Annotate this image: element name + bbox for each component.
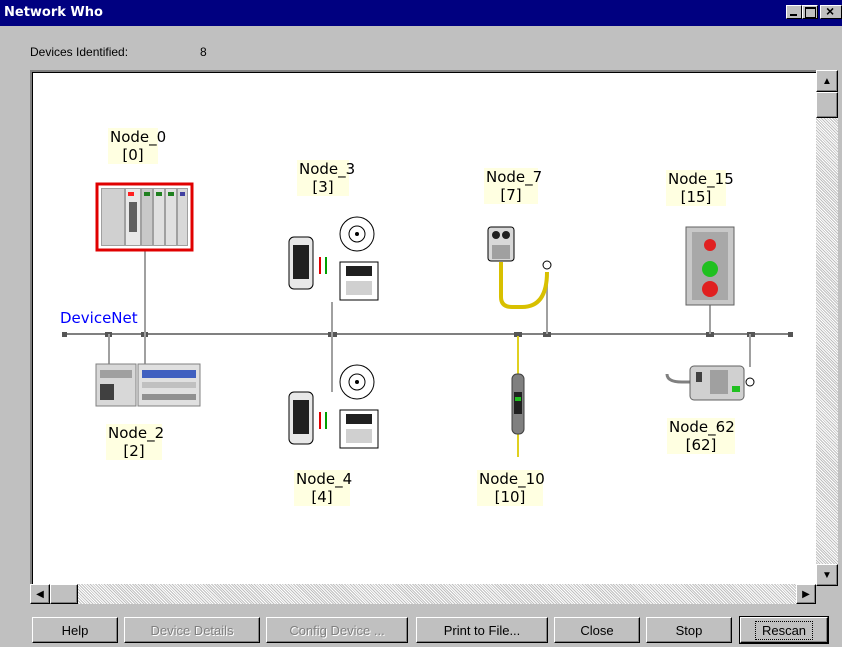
photo-sensor-icon bbox=[487, 226, 552, 309]
network-name: DeviceNet bbox=[60, 309, 138, 327]
config-device-button[interactable]: Config Device ... bbox=[266, 617, 408, 643]
scroll-left-button[interactable]: ◀ bbox=[30, 584, 50, 604]
node-name: Node_10 bbox=[479, 470, 545, 488]
trunk-tap bbox=[62, 332, 67, 337]
node-address: [62] bbox=[685, 436, 717, 454]
window-title: Network Who bbox=[4, 5, 103, 20]
node-name: Node_3 bbox=[299, 160, 356, 178]
close-icon: × bbox=[826, 3, 835, 19]
arrow-up-icon: ▲ bbox=[822, 75, 832, 87]
print-to-file-button[interactable]: Print to File... bbox=[416, 617, 548, 643]
node-label-10[interactable]: Node_10 [10] bbox=[477, 470, 545, 506]
node-label-0[interactable]: Node_0 [0] bbox=[108, 128, 167, 164]
title-bar: Network Who × bbox=[0, 0, 842, 26]
arrow-right-icon: ▶ bbox=[802, 588, 810, 600]
help-button[interactable]: Help bbox=[32, 617, 118, 643]
node-label-62[interactable]: Node_62 [62] bbox=[667, 418, 735, 454]
adapter-module-icon bbox=[665, 365, 755, 401]
node-address: [0] bbox=[122, 146, 144, 164]
node-name: Node_2 bbox=[108, 424, 165, 442]
scroll-down-button[interactable]: ▼ bbox=[816, 564, 838, 586]
scroll-corner bbox=[816, 586, 838, 604]
node-address: [10] bbox=[494, 488, 526, 506]
maximize-button[interactable] bbox=[802, 5, 818, 19]
horizontal-scroll-thumb[interactable] bbox=[50, 584, 78, 604]
drive-motor-icon-4 bbox=[288, 364, 379, 449]
inline-tap-icon bbox=[511, 373, 525, 435]
node-label-2[interactable]: Node_2 [2] bbox=[106, 424, 165, 460]
node-label-15[interactable]: Node_15 [15] bbox=[666, 170, 734, 206]
drive-motor-icon-3 bbox=[288, 216, 379, 301]
node-label-7[interactable]: Node_7 [7] bbox=[484, 168, 543, 204]
io-module-icon bbox=[95, 363, 201, 407]
node-name: Node_4 bbox=[296, 470, 353, 488]
network-canvas[interactable]: DeviceNet Node_0 [0] Node_3 [3] Node_7 [… bbox=[30, 70, 818, 602]
node-label-3[interactable]: Node_3 [3] bbox=[297, 160, 356, 196]
node-address: [7] bbox=[500, 186, 522, 204]
node-name: Node_0 bbox=[110, 128, 167, 146]
devices-identified-label: Devices Identified: bbox=[30, 45, 129, 59]
scroll-up-button[interactable]: ▲ bbox=[816, 70, 838, 92]
arrow-down-icon: ▼ bbox=[822, 569, 832, 581]
close-button[interactable]: Close bbox=[554, 617, 640, 643]
horizontal-scrollbar[interactable]: ◀ ▶ bbox=[30, 584, 816, 604]
minimize-button[interactable] bbox=[786, 5, 802, 19]
vertical-scroll-thumb[interactable] bbox=[816, 92, 838, 118]
pushbutton-station-icon bbox=[685, 226, 735, 306]
device-details-button[interactable]: Device Details bbox=[124, 617, 260, 643]
node-name: Node_62 bbox=[669, 418, 735, 436]
node-name: Node_7 bbox=[486, 168, 543, 186]
vertical-scrollbar[interactable]: ▲ ▼ bbox=[816, 70, 838, 586]
node-address: [2] bbox=[123, 442, 145, 460]
node-label-4[interactable]: Node_4 [4] bbox=[294, 470, 353, 506]
node-name: Node_15 bbox=[668, 170, 734, 188]
node-address: [15] bbox=[680, 188, 712, 206]
plc-chassis-icon bbox=[95, 182, 194, 252]
stop-button[interactable]: Stop bbox=[646, 617, 732, 643]
arrow-left-icon: ◀ bbox=[36, 588, 44, 600]
minimize-icon bbox=[790, 14, 797, 16]
scroll-right-button[interactable]: ▶ bbox=[796, 584, 816, 604]
close-window-button[interactable]: × bbox=[820, 3, 842, 19]
maximize-icon bbox=[805, 7, 816, 18]
node-address: [3] bbox=[312, 178, 334, 196]
node-address: [4] bbox=[311, 488, 333, 506]
devices-identified-count: 8 bbox=[200, 45, 207, 59]
trunk-tap bbox=[788, 332, 793, 337]
rescan-button[interactable]: Rescan bbox=[739, 616, 829, 644]
